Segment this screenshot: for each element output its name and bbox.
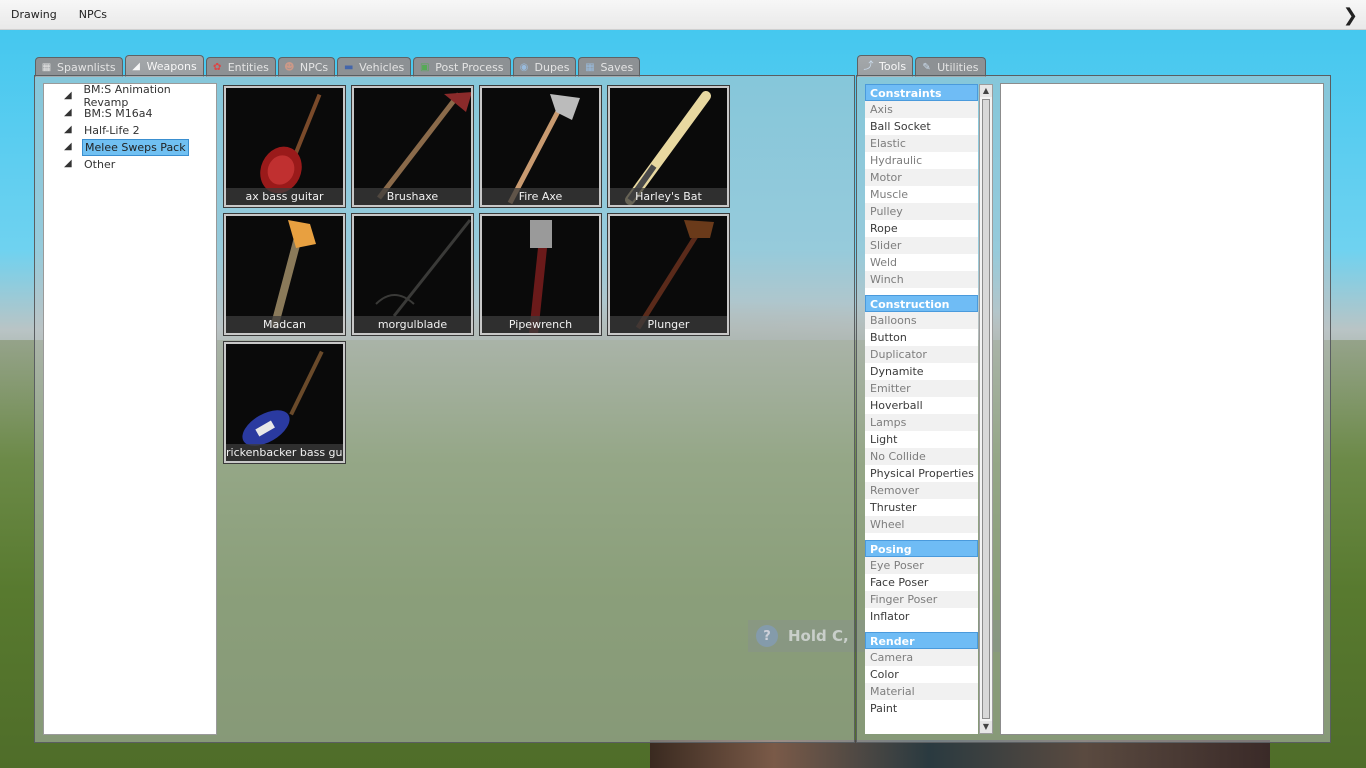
tool-color[interactable]: Color (865, 666, 978, 683)
tree-item-melee-sweps-pack[interactable]: ◢ Melee Sweps Pack (64, 138, 189, 156)
chevron-right-icon[interactable]: ❯ (1343, 5, 1358, 26)
pistol-icon: ◢ (132, 61, 140, 72)
scroll-down-icon[interactable]: ▼ (980, 721, 992, 733)
weapon-card-brushaxe[interactable]: Brushaxe (351, 85, 474, 208)
tree-item-bms-m16a4[interactable]: ◢ BM:S M16a4 (64, 105, 154, 121)
tool-no-collide[interactable]: No Collide (865, 448, 978, 465)
tool-inflator[interactable]: Inflator (865, 608, 978, 625)
tab-npcs[interactable]: ☻ NPCs (277, 57, 336, 77)
tree-item-half-life-2[interactable]: ◢ Half-Life 2 (64, 122, 142, 138)
entity-icon: ✿ (213, 62, 222, 73)
tool-pulley[interactable]: Pulley (865, 203, 978, 220)
tab-dupes[interactable]: ◉ Dupes (512, 57, 577, 77)
context-menubar: Drawing NPCs ❯ (0, 0, 1366, 30)
tool-dynamite[interactable]: Dynamite (865, 363, 978, 380)
tool-thruster[interactable]: Thruster (865, 499, 978, 516)
pistol-icon: ◢ (64, 90, 72, 101)
tool-remover[interactable]: Remover (865, 482, 978, 499)
scroll-up-icon[interactable]: ▲ (980, 85, 992, 97)
tool-hydraulic[interactable]: Hydraulic (865, 152, 978, 169)
tool-eye-poser[interactable]: Eye Poser (865, 557, 978, 574)
tab-entities[interactable]: ✿ Entities (205, 57, 276, 77)
weapon-card-ax-bass-guitar[interactable]: ax bass guitar (223, 85, 346, 208)
dupe-icon: ◉ (519, 62, 529, 73)
scrollbar-thumb[interactable] (982, 99, 990, 719)
tree-item-other[interactable]: ◢ Other (64, 156, 117, 172)
tool-hoverball[interactable]: Hoverball (865, 397, 978, 414)
tool-lamps[interactable]: Lamps (865, 414, 978, 431)
tool-rope[interactable]: Rope (865, 220, 978, 237)
weapon-card-harleys-bat[interactable]: Harley's Bat (607, 85, 730, 208)
weapon-card-pipewrench[interactable]: Pipewrench (479, 213, 602, 336)
category-construction[interactable]: Construction (865, 295, 978, 312)
pistol-icon: ◢ (64, 107, 72, 118)
menu-drawing[interactable]: Drawing (0, 8, 68, 21)
weapon-card-fire-axe[interactable]: Fire Axe (479, 85, 602, 208)
tool-balloons[interactable]: Balloons (865, 312, 978, 329)
tool-finger-poser[interactable]: Finger Poser (865, 591, 978, 608)
weapon-card-madcan[interactable]: Madcan (223, 213, 346, 336)
weapon-category-tree: ◢ BM:S Animation Revamp ◢ BM:S M16a4 ◢ H… (43, 83, 217, 735)
pistol-icon: ◢ (64, 124, 72, 135)
viewmodel (650, 740, 1270, 768)
tool-weld[interactable]: Weld (865, 254, 978, 271)
wrench-icon: ⤴ (863, 61, 874, 72)
tool-material[interactable]: Material (865, 683, 978, 700)
toolmenu-tabs: ⤴ Tools ✎ Utilities (857, 55, 986, 77)
pistol-icon: ◢ (64, 141, 72, 152)
weapon-card-rickenbacker-bass-guitar[interactable]: rickenbacker bass guitar (223, 341, 346, 464)
tool-elastic[interactable]: Elastic (865, 135, 978, 152)
tab-post-process[interactable]: ▣ Post Process (413, 57, 511, 77)
tool-light[interactable]: Light (865, 431, 978, 448)
tool-camera[interactable]: Camera (865, 649, 978, 666)
tab-weapons[interactable]: ◢ Weapons (124, 55, 204, 77)
save-icon: ▦ (585, 62, 595, 73)
tab-utilities[interactable]: ✎ Utilities (915, 57, 986, 77)
tree-item-bms-animation-revamp[interactable]: ◢ BM:S Animation Revamp (64, 83, 216, 109)
tool-motor[interactable]: Motor (865, 169, 978, 186)
tab-tools[interactable]: ⤴ Tools (857, 55, 914, 77)
tool-slider[interactable]: Slider (865, 237, 978, 254)
tool-list-scrollbar[interactable]: ▲ ▼ (979, 84, 993, 734)
spawnmenu-tabs: ▦ Spawnlists ◢ Weapons ✿ Entities ☻ NPCs… (35, 55, 641, 77)
tool-axis[interactable]: Axis (865, 101, 978, 118)
tool-winch[interactable]: Winch (865, 271, 978, 288)
weapon-card-morgulblade[interactable]: morgulblade (351, 213, 474, 336)
monkey-icon: ☻ (284, 62, 295, 73)
tool-button[interactable]: Button (865, 329, 978, 346)
weapon-card-plunger[interactable]: Plunger (607, 213, 730, 336)
tool-duplicator[interactable]: Duplicator (865, 346, 978, 363)
tool-ball-socket[interactable]: Ball Socket (865, 118, 978, 135)
picture-icon: ▣ (420, 62, 430, 73)
tool-emitter[interactable]: Emitter (865, 380, 978, 397)
utilities-icon: ✎ (922, 62, 931, 73)
tool-wheel[interactable]: Wheel (865, 516, 978, 533)
tab-vehicles[interactable]: ▬ Vehicles (337, 57, 412, 77)
tab-saves[interactable]: ▦ Saves (578, 57, 641, 77)
category-render[interactable]: Render (865, 632, 978, 649)
tool-list: Constraints Axis Ball Socket Elastic Hyd… (865, 84, 978, 734)
category-posing[interactable]: Posing (865, 540, 978, 557)
tool-physical-properties[interactable]: Physical Properties (865, 465, 978, 482)
pistol-icon: ◢ (64, 158, 72, 169)
grid-icon: ▦ (41, 62, 52, 73)
tool-settings-panel (1000, 83, 1324, 735)
tool-muscle[interactable]: Muscle (865, 186, 978, 203)
tool-paint[interactable]: Paint (865, 700, 978, 717)
category-constraints[interactable]: Constraints (865, 84, 978, 101)
tool-face-poser[interactable]: Face Poser (865, 574, 978, 591)
menu-npcs[interactable]: NPCs (68, 8, 118, 21)
car-icon: ▬ (343, 62, 354, 73)
tab-spawnlists[interactable]: ▦ Spawnlists (35, 57, 123, 77)
